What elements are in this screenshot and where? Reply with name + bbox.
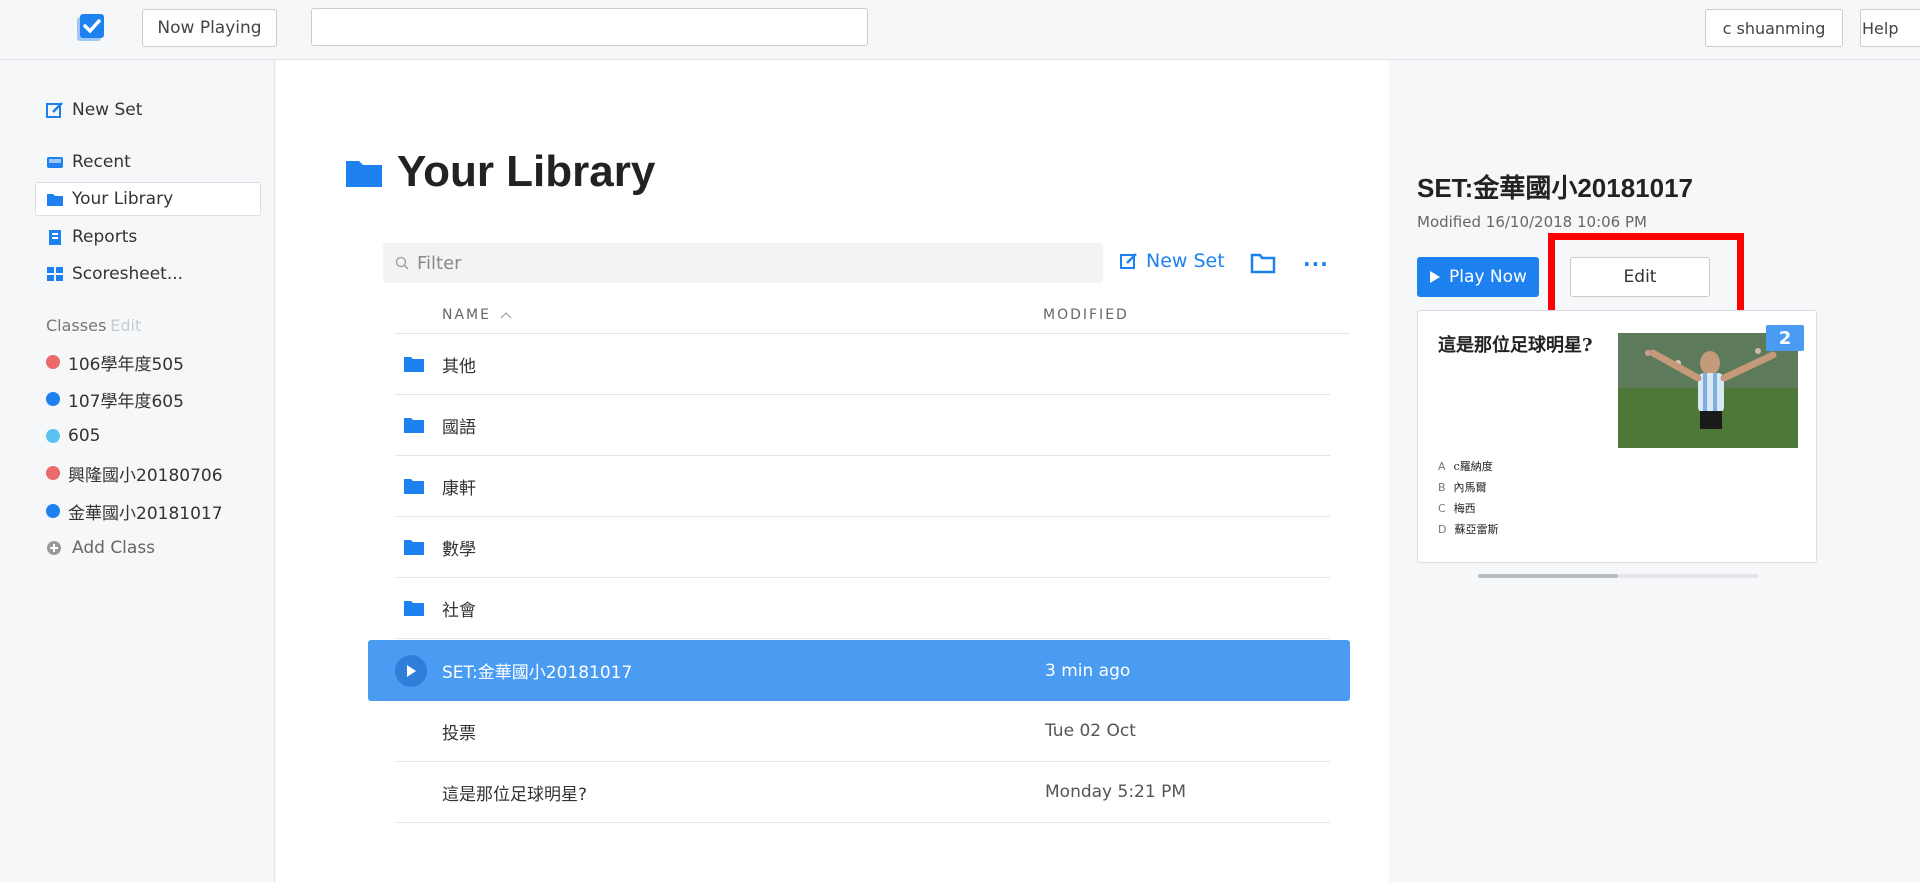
folder-icon (404, 540, 424, 555)
answer-list: Ac羅納度 B 內馬爾 C 梅西 D 蘇亞雷斯 (1438, 456, 1498, 540)
class-item[interactable]: 107學年度605 (36, 382, 184, 416)
set-modified: Modified 16/10/2018 10:06 PM (1417, 213, 1647, 231)
class-item[interactable]: 106學年度505 (36, 345, 184, 379)
now-playing-button[interactable]: Now Playing (142, 9, 277, 47)
add-class-label: Add Class (72, 538, 156, 558)
question-card[interactable]: 這是那位足球明星? 2 Ac羅納度 B 內馬爾 C 梅西 D 蘇亞雷斯 (1417, 310, 1817, 563)
search-icon (395, 256, 409, 270)
folder-icon (346, 161, 382, 187)
card-scrollbar-thumb[interactable] (1478, 574, 1618, 578)
plickers-logo-icon[interactable] (75, 13, 107, 43)
add-class-button[interactable]: Add Class (36, 531, 155, 565)
sidebar-item-label: Scoresheet... (72, 264, 184, 284)
class-color-dot (46, 355, 60, 369)
class-item[interactable]: 605 (36, 419, 100, 453)
row-name: 康軒 (442, 478, 476, 499)
column-header-modified[interactable]: MODIFIED (1043, 307, 1129, 323)
sidebar-item-new-set[interactable]: New Set (36, 93, 142, 127)
new-set-button[interactable]: New Set (1120, 250, 1225, 272)
row-name: 社會 (442, 600, 476, 621)
row-name: SET:金華國小20181017 (442, 663, 633, 683)
folder-icon (47, 194, 63, 206)
folder-icon (404, 479, 424, 494)
folder-icon (404, 357, 424, 372)
sidebar-item-label: New Set (72, 100, 143, 120)
play-icon (1430, 271, 1441, 283)
sidebar-item-label: Recent (72, 152, 131, 172)
table-row[interactable]: 數學 (395, 517, 1330, 578)
help-button[interactable]: Help (1860, 9, 1920, 47)
filter-placeholder: Filter (417, 252, 462, 274)
user-menu-button[interactable]: c shuanming (1705, 9, 1843, 47)
top-bar: Now Playing c shuanming Help (0, 0, 1920, 60)
play-now-label: Play Now (1449, 267, 1527, 287)
play-now-button[interactable]: Play Now (1417, 257, 1539, 297)
classes-header-label: Classes (46, 316, 107, 335)
table-row[interactable]: 社會 (395, 578, 1330, 639)
new-folder-icon[interactable] (1250, 252, 1276, 274)
answer-item: D 蘇亞雷斯 (1438, 523, 1499, 536)
edit-icon (46, 102, 63, 118)
top-search-input[interactable] (311, 8, 868, 46)
sidebar-item-your-library[interactable]: Your Library (35, 182, 261, 216)
sidebar-item-label: Your Library (72, 189, 174, 209)
class-item[interactable]: 金華國小20181017 (36, 494, 223, 528)
row-name: 其他 (442, 356, 476, 377)
class-label: 金華國小20181017 (68, 503, 223, 524)
classes-edit-link[interactable]: Edit (110, 316, 141, 335)
class-color-dot (46, 466, 60, 480)
reports-icon (49, 230, 61, 245)
sidebar-item-label: Reports (72, 227, 138, 247)
row-name: 這是那位足球明星? (442, 784, 588, 805)
class-item[interactable]: 興隆國小20180706 (36, 456, 223, 490)
table-row[interactable]: 國語 (395, 395, 1330, 456)
row-modified: Monday 5:21 PM (1045, 782, 1187, 802)
help-label: Help (1862, 18, 1899, 38)
column-header-modified-label: MODIFIED (1043, 307, 1129, 323)
filter-input[interactable]: Filter (383, 243, 1103, 283)
table-row[interactable]: 康軒 (395, 456, 1330, 517)
row-modified: Tue 02 Oct (1045, 721, 1136, 741)
row-name: 投票 (442, 723, 476, 744)
class-label: 興隆國小20180706 (68, 465, 223, 486)
table-row-selected[interactable]: SET:金華國小20181017 3 min ago (368, 640, 1350, 701)
question-count-badge: 2 (1766, 325, 1804, 351)
row-modified: 3 min ago (1045, 660, 1131, 681)
plus-circle-icon (47, 541, 61, 555)
scoresheet-icon (47, 267, 63, 281)
column-header-name-label: NAME (442, 307, 491, 323)
recent-icon (47, 157, 63, 168)
table-row[interactable]: 其他 (395, 334, 1330, 395)
edit-icon (1120, 253, 1137, 269)
folder-icon (404, 418, 424, 433)
play-icon[interactable] (395, 654, 427, 687)
table-row[interactable]: 這是那位足球明星? Monday 5:21 PM (395, 762, 1330, 823)
folder-icon (404, 601, 424, 616)
class-color-dot (46, 504, 60, 518)
page-title: Your Library (345, 147, 655, 197)
class-label: 605 (68, 426, 101, 446)
table-row[interactable]: 投票 Tue 02 Oct (395, 701, 1330, 762)
classes-header: Classes Edit (46, 316, 141, 335)
class-label: 107學年度605 (68, 391, 184, 412)
set-title: SET:金華國小20181017 (1417, 173, 1694, 203)
new-set-label: New Set (1146, 250, 1225, 272)
class-color-dot (46, 429, 60, 443)
row-name: 國語 (442, 417, 476, 438)
class-color-dot (46, 392, 60, 406)
page-title-text: Your Library (397, 147, 656, 196)
answer-item: B 內馬爾 (1438, 481, 1487, 494)
sidebar-item-scoresheet[interactable]: Scoresheet... (36, 257, 183, 291)
sidebar-item-reports[interactable]: Reports (36, 220, 137, 254)
row-name: 數學 (442, 539, 476, 560)
more-options-icon[interactable]: ··· (1303, 252, 1329, 276)
sort-ascending-icon (500, 312, 512, 319)
column-header-name[interactable]: NAME (442, 307, 513, 323)
class-label: 106學年度505 (68, 354, 184, 375)
question-text: 這是那位足球明星? (1438, 335, 1593, 356)
answer-item: C 梅西 (1438, 502, 1476, 515)
answer-item: Ac羅納度 (1438, 460, 1493, 473)
sidebar-item-recent[interactable]: Recent (36, 145, 131, 179)
